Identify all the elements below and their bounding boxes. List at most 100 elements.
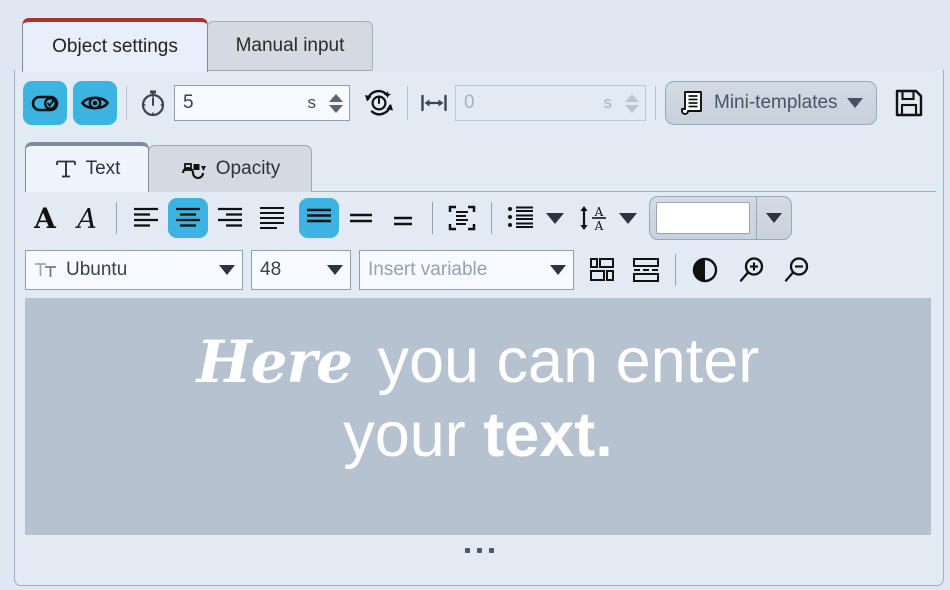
text-format-toolbar: A A (15, 192, 945, 244)
grip-dot (489, 548, 494, 553)
delay-decrement[interactable] (625, 105, 639, 113)
chevron-down-icon (219, 265, 235, 275)
font-TT-icon (26, 259, 58, 281)
insert-variable-dropdown[interactable] (543, 265, 573, 275)
subtab-text[interactable]: Text (25, 142, 149, 192)
text-T-icon (54, 157, 78, 181)
subtab-text-label: Text (86, 158, 121, 180)
preview-line2-regular: your (343, 400, 483, 470)
zoom-out-icon (782, 255, 812, 285)
format-divider-2 (432, 202, 433, 234)
floppy-disk-icon (893, 87, 925, 119)
delay-increment[interactable] (625, 94, 639, 102)
visibility-toggle[interactable] (73, 81, 117, 125)
valign-bottom-button[interactable] (383, 198, 423, 238)
tab-manual-input[interactable]: Manual input (207, 21, 373, 70)
layout-rows-button[interactable] (626, 250, 666, 290)
zoom-in-icon (737, 255, 767, 285)
bullet-list-caret-icon[interactable] (546, 213, 564, 224)
color-swatch[interactable] (656, 202, 750, 234)
object-settings-panel: 5 s (14, 70, 944, 586)
preview-line1-regular: you can enter (360, 326, 759, 396)
font-family-dropdown[interactable] (212, 265, 242, 275)
svg-text:A: A (74, 204, 97, 233)
font-family-select[interactable]: Ubuntu (25, 250, 243, 290)
delay-value[interactable]: 0 (456, 92, 604, 114)
format-divider-3 (491, 202, 492, 234)
delay-field[interactable]: 0 s (455, 85, 646, 121)
chevron-down-icon (327, 265, 343, 275)
stopwatch-icon (136, 86, 170, 120)
save-button[interactable] (889, 83, 929, 123)
enable-object-toggle[interactable] (23, 81, 67, 125)
layout-blocks-icon (589, 256, 619, 284)
align-justify-icon (257, 205, 287, 231)
align-left-button[interactable] (126, 198, 166, 238)
toolbar-divider-3 (655, 86, 656, 120)
insert-variable-value: Insert variable (360, 259, 543, 281)
chevron-down-icon (766, 213, 782, 223)
duration-value[interactable]: 5 (175, 92, 308, 114)
duration-unit: s (308, 93, 323, 113)
valign-top-icon (304, 205, 334, 231)
valign-bottom-icon (388, 205, 418, 231)
align-justify-button[interactable] (252, 198, 292, 238)
resize-grip[interactable] (15, 540, 943, 560)
grip-dot (465, 548, 470, 553)
font-size-select[interactable]: 48 (251, 250, 351, 290)
clock-transition-icon[interactable] (360, 84, 398, 122)
opacity-icon (180, 157, 208, 181)
delay-stepper[interactable] (618, 86, 645, 120)
preview-line1-script: Here (197, 328, 360, 396)
chevron-down-icon (847, 98, 863, 108)
align-center-button[interactable] (168, 198, 208, 238)
layout-blocks-button[interactable] (584, 250, 624, 290)
mini-templates-button[interactable]: Mini-templates (665, 81, 877, 125)
italic-button[interactable]: A (67, 198, 107, 238)
font-size-value: 48 (252, 259, 320, 281)
fit-to-frame-button[interactable] (442, 198, 482, 238)
preview-line2-bold: text. (483, 400, 613, 470)
contrast-icon (691, 256, 719, 284)
zoom-out-button[interactable] (777, 250, 817, 290)
line-spacing-caret-icon[interactable] (619, 213, 637, 224)
tab-object-settings[interactable]: Object settings (22, 18, 208, 72)
toolbar-divider-1 (126, 86, 127, 120)
bullet-list-icon (506, 205, 536, 231)
text-color-picker[interactable] (649, 196, 792, 240)
svg-text:A: A (594, 205, 604, 219)
duration-increment[interactable] (329, 94, 343, 102)
insert-variable-select[interactable]: Insert variable (359, 250, 574, 290)
valign-middle-button[interactable] (341, 198, 381, 238)
align-right-button[interactable] (210, 198, 250, 238)
duration-field[interactable]: 5 s (174, 85, 350, 121)
svg-text:A: A (594, 219, 604, 232)
main-tabstrip: Object settings Manual input (0, 0, 950, 72)
text-preview-canvas[interactable]: Here you can enter your text. (25, 298, 931, 535)
font-size-dropdown[interactable] (320, 265, 350, 275)
italic-A-icon: A (72, 203, 102, 233)
subtab-opacity[interactable]: Opacity (148, 145, 312, 192)
format-divider-1 (116, 202, 117, 234)
bold-button[interactable]: A (25, 198, 65, 238)
valign-top-button[interactable] (299, 198, 339, 238)
format-subtabs: Text Opacity (15, 136, 945, 192)
align-right-icon (215, 205, 245, 231)
object-toolbar: 5 s (15, 70, 945, 136)
duration-stepper[interactable] (322, 86, 349, 120)
bullet-list-button[interactable] (501, 198, 541, 238)
svg-text:A: A (33, 203, 57, 233)
align-center-icon (173, 205, 203, 231)
contrast-button[interactable] (685, 250, 725, 290)
zoom-in-button[interactable] (732, 250, 772, 290)
font-divider-1 (675, 254, 676, 286)
line-spacing-icon: A A (578, 204, 610, 232)
preview-text: Here you can enter your text. (25, 324, 931, 473)
duration-decrement[interactable] (329, 105, 343, 113)
fit-to-frame-icon (447, 204, 477, 232)
line-spacing-button[interactable]: A A (574, 198, 614, 238)
span-arrows-icon (417, 86, 451, 120)
text-color-dropdown[interactable] (756, 197, 791, 239)
document-list-icon (679, 90, 705, 116)
application-window: Object settings Manual input (0, 0, 950, 590)
